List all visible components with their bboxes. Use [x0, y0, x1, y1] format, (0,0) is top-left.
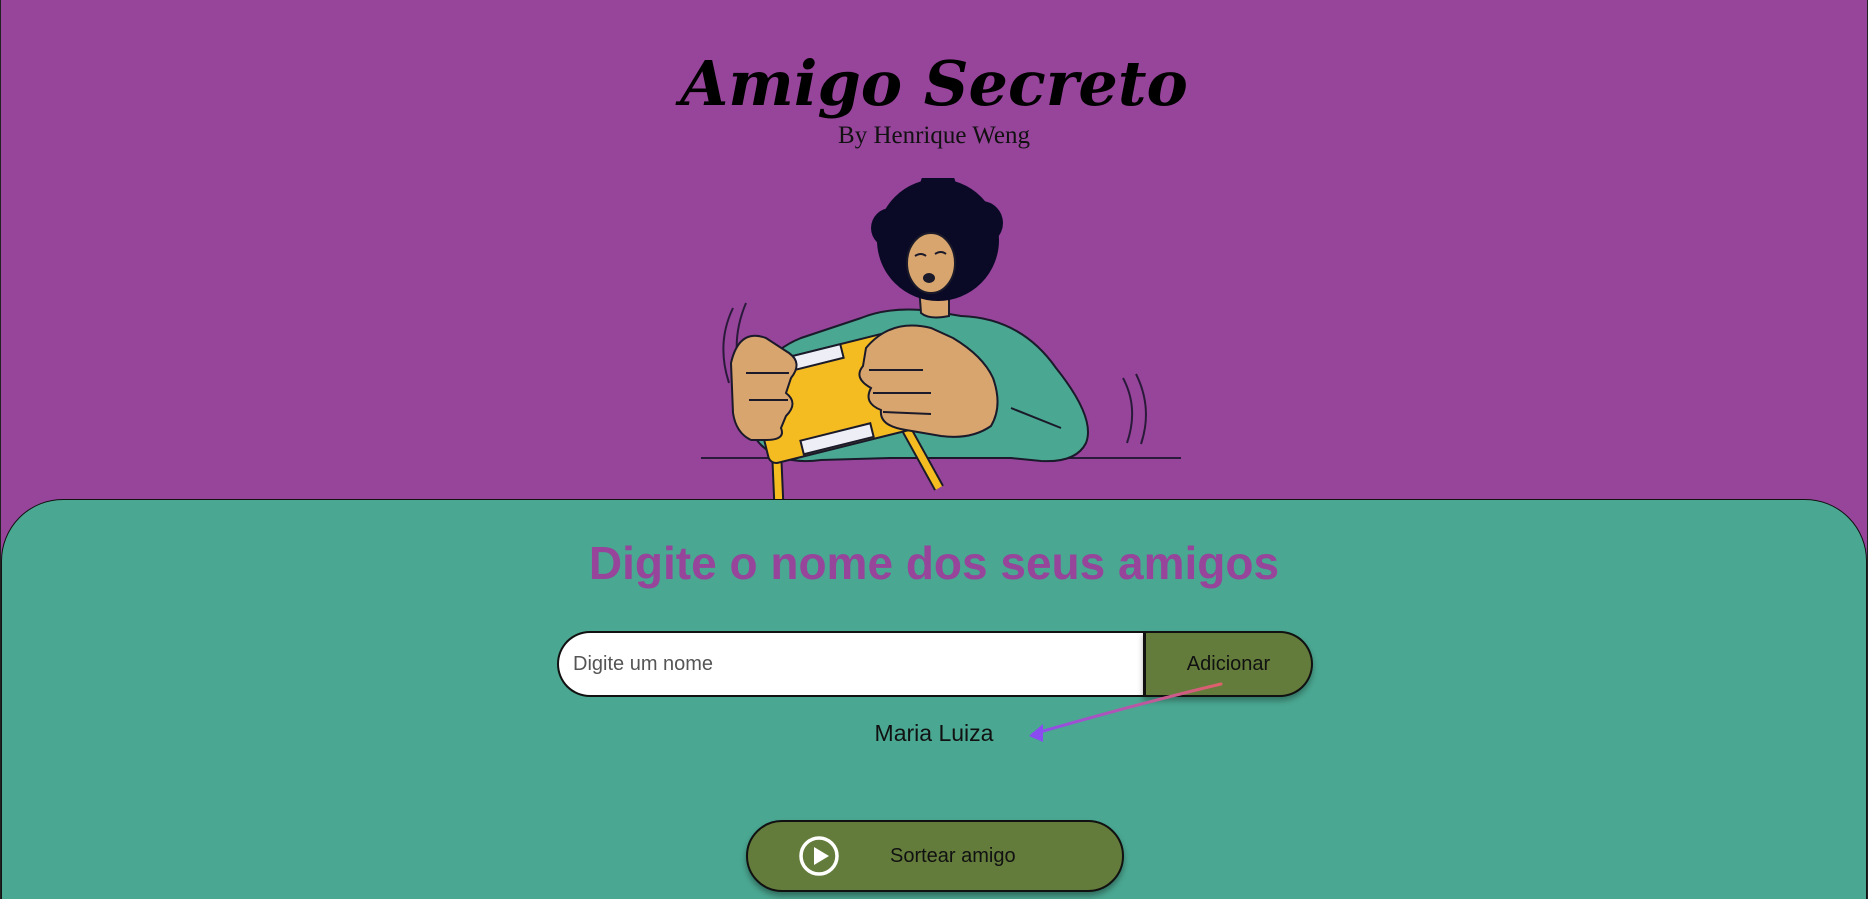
draw-button-label: Sortear amigo — [890, 844, 1016, 867]
section-title: Digite o nome dos seus amigos — [588, 537, 1280, 589]
person-playing-console-illustration — [701, 178, 1181, 508]
list-item: Maria Luiza — [874, 720, 994, 746]
play-circle-icon — [799, 836, 839, 876]
page-title: Amigo Secreto — [680, 47, 1188, 120]
draw-friend-button[interactable]: Sortear amigo — [746, 820, 1124, 892]
friends-list: Maria Luiza — [1, 720, 1867, 747]
page-byline: By Henrique Weng — [838, 122, 1030, 149]
